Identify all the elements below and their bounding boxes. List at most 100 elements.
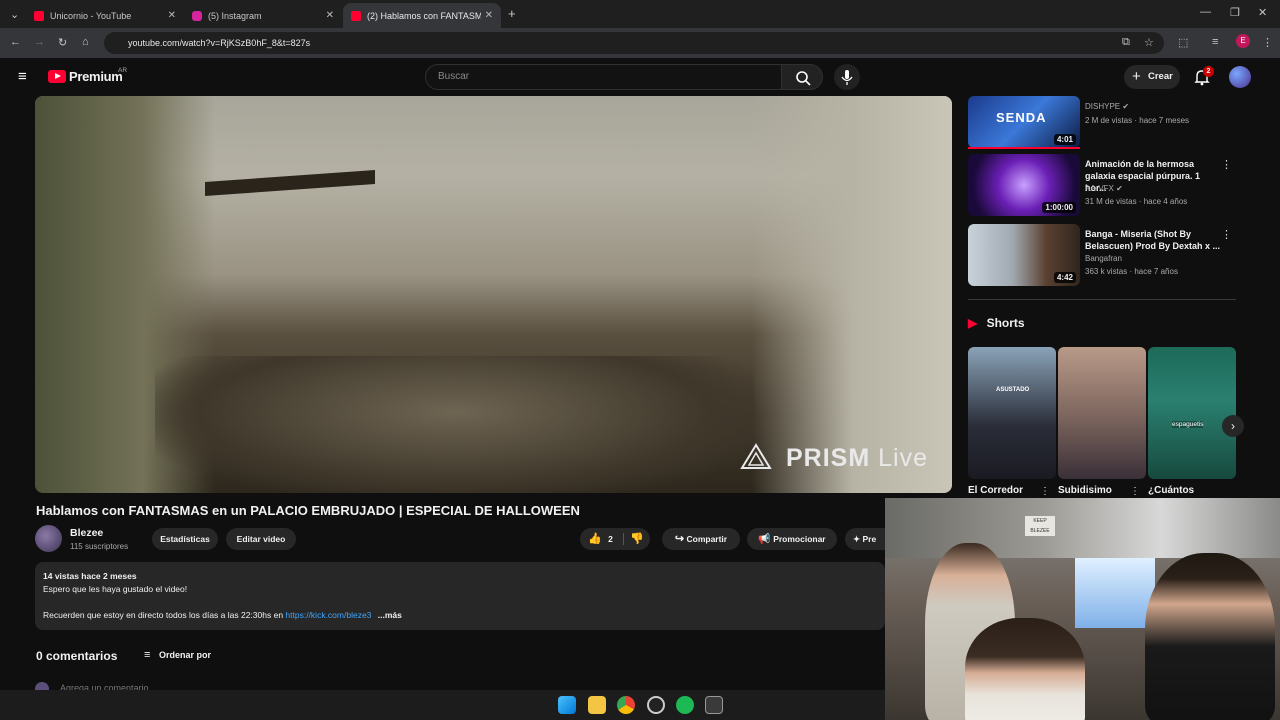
tab-instagram[interactable]: (5) Instagram ✕	[184, 3, 342, 28]
webcam-monitor	[1075, 558, 1155, 628]
watch-progress-bar	[968, 147, 1080, 149]
short-title[interactable]: ¿Cuántos	[1148, 485, 1194, 496]
like-icon[interactable]: 👍	[588, 533, 602, 545]
related-video-item[interactable]: SENDA 4:01 DISHYPE ✔ 2 M de vistas · hac…	[968, 96, 1236, 148]
youtube-header: ≡ Premium AR Buscar + Crear 2	[0, 58, 1280, 96]
minimize-icon[interactable]: —	[1200, 6, 1211, 18]
new-tab-icon[interactable]: +	[508, 6, 516, 21]
promote-button[interactable]: 📢 Promocionar	[747, 528, 837, 550]
description-line-2: Recuerden que estoy en directo todos los…	[43, 609, 877, 622]
hamburger-menu-icon[interactable]: ≡	[18, 68, 27, 85]
url-field[interactable]: youtube.com/watch?v=RjKSzB0hF_8&t=827s	[104, 32, 1164, 54]
share-button[interactable]: ↪ Compartir	[662, 528, 740, 550]
channel-name[interactable]: Blezee	[70, 527, 103, 539]
tab-search-icon[interactable]: ⌄	[10, 8, 19, 21]
profile-avatar[interactable]: E	[1236, 34, 1250, 48]
related-video-item[interactable]: 4:42 Banga - Miseria (Shot By Belascuen)…	[968, 224, 1236, 286]
video-title[interactable]: Banga - Miseria (Shot By Belascuen) Prod…	[1085, 228, 1223, 252]
promote-label: Promocionar	[773, 534, 826, 544]
shorts-icon: ▶	[968, 316, 978, 330]
views-date: 14 vistas hace 2 meses	[43, 571, 137, 581]
chrome-icon[interactable]	[617, 696, 635, 714]
spotify-icon[interactable]	[676, 696, 694, 714]
stats-button[interactable]: Estadísticas	[152, 528, 218, 550]
comments-count: 0 comentarios	[36, 649, 118, 663]
search-input[interactable]: Buscar	[425, 64, 782, 90]
channel-avatar[interactable]	[35, 525, 62, 552]
video-player[interactable]: PRISM Live	[35, 96, 952, 493]
more-options-icon[interactable]: ⋮	[1130, 486, 1140, 497]
search-placeholder: Buscar	[438, 71, 470, 82]
sparkle-icon: ✦	[853, 534, 861, 544]
reading-list-icon[interactable]: ≡	[1212, 36, 1218, 48]
sort-comments-button[interactable]: ≡ Ordenar por	[144, 649, 211, 661]
share-label: Compartir	[686, 534, 728, 544]
browser-menu-icon[interactable]: ⋮	[1262, 36, 1273, 49]
close-icon[interactable]: ✕	[485, 10, 493, 21]
edit-video-button[interactable]: Editar video	[226, 528, 296, 550]
short-card[interactable]	[1058, 347, 1146, 479]
dislike-icon[interactable]: 👎	[630, 528, 644, 550]
extensions-icon[interactable]: ⬚	[1178, 36, 1188, 49]
verified-icon: ✔	[1116, 184, 1123, 193]
youtube-icon	[351, 10, 361, 21]
more-options-icon[interactable]: ⋮	[1221, 158, 1232, 171]
more-options-icon[interactable]: ⋮	[1221, 228, 1232, 241]
close-window-icon[interactable]: ✕	[1258, 6, 1267, 19]
address-bar: ← → ↻ ⌂ youtube.com/watch?v=RjKSzB0hF_8&…	[0, 28, 1280, 58]
person-right	[1145, 553, 1275, 720]
short-card[interactable]: ASUSTADO	[968, 347, 1056, 479]
description-line-1: Espero que les haya gustado el video!	[43, 584, 188, 594]
short-card[interactable]: espaguetis	[1148, 347, 1236, 479]
bookmark-star-icon[interactable]: ☆	[1144, 36, 1154, 49]
video-thumbnail[interactable]: 1:00:00	[968, 154, 1080, 216]
short-title[interactable]: Subidisimo	[1058, 485, 1112, 496]
account-avatar[interactable]	[1229, 66, 1251, 88]
file-explorer-icon[interactable]	[588, 696, 606, 714]
more-options-icon[interactable]: ⋮	[1040, 486, 1050, 497]
calculator-icon[interactable]	[705, 696, 723, 714]
shorts-heading: ▶ Shorts	[968, 316, 1025, 330]
tab-title: Unicornio - YouTube	[50, 10, 132, 21]
megaphone-icon: 📢	[758, 534, 771, 545]
description-box[interactable]: 14 vistas hace 2 meses Espero que les ha…	[35, 562, 885, 630]
youtube-logo-text[interactable]: Premium	[69, 69, 123, 84]
like-count: 2	[608, 534, 613, 544]
instagram-icon	[192, 10, 202, 21]
tab-hablamos[interactable]: (2) Hablamos con FANTASMAS ✕	[343, 3, 501, 28]
search-button[interactable]	[781, 64, 823, 90]
close-icon[interactable]: ✕	[168, 10, 176, 21]
video-thumbnail[interactable]: SENDA 4:01	[968, 96, 1080, 148]
show-more-link[interactable]: ...más	[378, 610, 402, 620]
cast-icon[interactable]: ⧉	[1122, 36, 1130, 49]
description-text: Recuerden que estoy en directo todos los…	[43, 610, 286, 620]
chevron-right-icon[interactable]: ›	[1222, 415, 1244, 437]
person-center	[965, 618, 1085, 720]
create-button[interactable]: + Crear	[1124, 65, 1180, 89]
sort-label: Ordenar por	[158, 650, 211, 660]
reload-icon[interactable]: ↻	[58, 36, 67, 49]
home-icon[interactable]: ⌂	[82, 36, 89, 48]
kick-link[interactable]: https://kick.com/bleze3	[285, 610, 371, 620]
video-meta: 31 M de vistas · hace 4 años	[1085, 197, 1188, 206]
video-frame-right-wall	[752, 96, 952, 493]
obs-icon[interactable]	[647, 696, 665, 714]
close-icon[interactable]: ✕	[326, 10, 334, 21]
region-code: AR	[118, 67, 128, 74]
url-text: youtube.com/watch?v=RjKSzB0hF_8&t=827s	[128, 38, 311, 48]
back-icon[interactable]: ←	[10, 36, 21, 48]
tab-unicornio[interactable]: Unicornio - YouTube ✕	[26, 3, 184, 28]
plus-icon: +	[1132, 68, 1141, 85]
duration-badge: 4:42	[1053, 272, 1076, 283]
related-video-item[interactable]: 1:00:00 Animación de la hermosa galaxia …	[968, 154, 1236, 216]
voice-search-button[interactable]	[834, 64, 860, 90]
notification-badge: 2	[1203, 66, 1214, 77]
video-thumbnail[interactable]: 4:42	[968, 224, 1080, 286]
short-title[interactable]: El Corredor	[968, 485, 1023, 496]
windows-start-icon[interactable]	[558, 696, 576, 714]
short-overlay-text: ASUSTADO	[996, 387, 1030, 393]
maximize-icon[interactable]: ❐	[1230, 6, 1240, 19]
youtube-logo-icon[interactable]	[48, 70, 66, 83]
forward-icon[interactable]: →	[34, 36, 45, 48]
tab-title: (2) Hablamos con FANTASMAS	[367, 10, 481, 21]
